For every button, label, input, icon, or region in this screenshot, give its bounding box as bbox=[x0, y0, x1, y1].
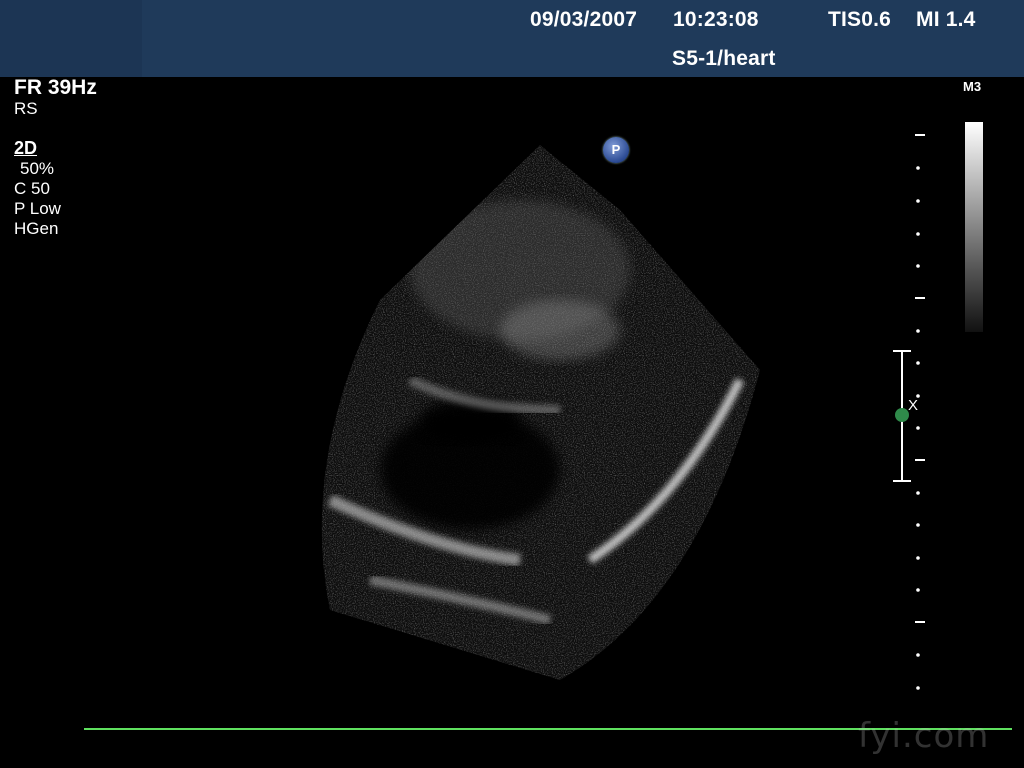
ultrasound-sector-image bbox=[321, 134, 925, 690]
focus-label: X bbox=[908, 397, 919, 414]
focus-position-dot[interactable] bbox=[895, 408, 909, 422]
orientation-marker-icon: P bbox=[603, 137, 629, 163]
echo-speckle bbox=[321, 145, 760, 680]
watermark-logo: fyi.com bbox=[858, 716, 990, 756]
